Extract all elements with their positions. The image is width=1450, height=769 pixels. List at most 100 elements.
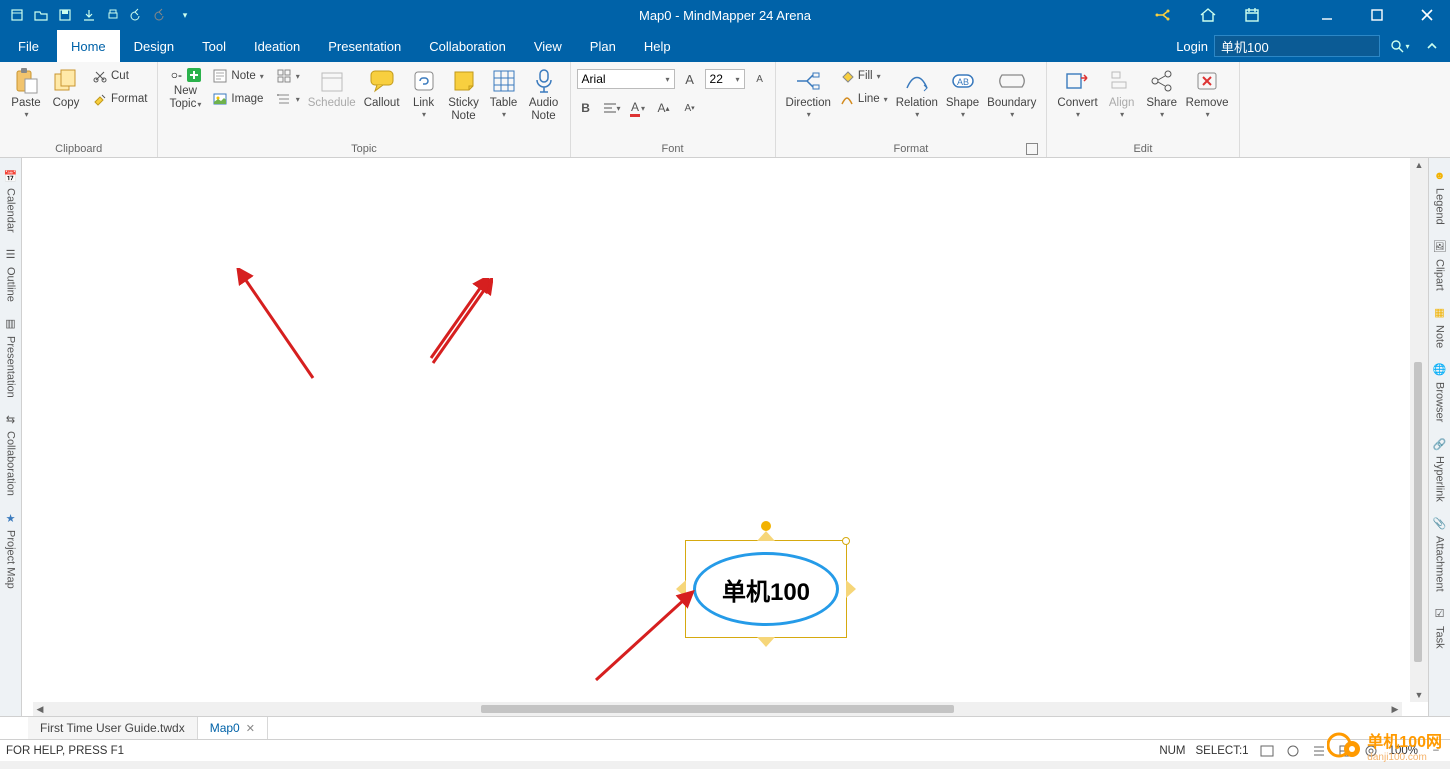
sb-icon-3[interactable]	[1311, 743, 1327, 759]
rail-collaboration[interactable]: ⇆Collaboration	[3, 405, 19, 502]
direction-button[interactable]: Direction▾	[782, 65, 835, 119]
menu-view[interactable]: View	[520, 30, 576, 62]
rail-task[interactable]: ☑Task	[1432, 600, 1448, 655]
menu-ideation[interactable]: Ideation	[240, 30, 314, 62]
qat-undo-icon[interactable]	[128, 6, 146, 24]
format-button[interactable]: Format	[88, 88, 151, 110]
cut-button[interactable]: Cut	[88, 65, 151, 87]
sb-icon-2[interactable]	[1285, 743, 1301, 759]
close-tab-icon[interactable]: ✕	[246, 722, 255, 735]
doc-tab-guide[interactable]: First Time User Guide.twdx	[28, 717, 198, 739]
doc-tab-map0[interactable]: Map0✕	[198, 717, 268, 739]
bold-button[interactable]: B	[577, 99, 595, 117]
link-button[interactable]: Link▾	[404, 65, 444, 119]
qat-print-icon[interactable]	[104, 6, 122, 24]
rail-legend[interactable]: ☻Legend	[1432, 162, 1448, 231]
hscroll-thumb[interactable]	[481, 705, 954, 713]
remove-button[interactable]: Remove▾	[1182, 65, 1233, 119]
rail-hyperlink[interactable]: 🔗Hyperlink	[1432, 430, 1448, 508]
relation-button[interactable]: Relation▾	[892, 65, 942, 119]
line-icon	[839, 91, 855, 107]
schedule-button[interactable]: Schedule	[304, 65, 360, 110]
line-button[interactable]: Line▾	[835, 88, 892, 110]
canvas[interactable]: 单机100	[33, 158, 1410, 716]
scroll-down-icon[interactable]: ▼	[1410, 688, 1428, 702]
collapse-ribbon-button[interactable]	[1420, 34, 1444, 58]
paste-button[interactable]: Paste ▾	[6, 65, 46, 119]
login-link[interactable]: Login	[1176, 39, 1208, 54]
qat-download-icon[interactable]	[80, 6, 98, 24]
menu-home[interactable]: Home	[57, 30, 120, 62]
image-button[interactable]: Image	[208, 88, 267, 110]
menu-presentation[interactable]: Presentation	[314, 30, 415, 62]
expand-right-icon[interactable]	[846, 580, 856, 598]
menu-collaboration[interactable]: Collaboration	[415, 30, 520, 62]
vscroll-thumb[interactable]	[1414, 362, 1422, 662]
fill-icon	[839, 68, 855, 84]
qat-open-icon[interactable]	[32, 6, 50, 24]
fill-button[interactable]: Fill▾	[835, 65, 892, 87]
group-label-edit: Edit	[1053, 142, 1232, 157]
convert-button[interactable]: Convert▾	[1053, 65, 1101, 119]
align-button[interactable]: ▾	[603, 99, 621, 117]
title-calendar-icon[interactable]	[1232, 0, 1272, 30]
font-shrink-icon[interactable]: A	[751, 70, 769, 88]
rail-presentation[interactable]: ▥Presentation	[3, 310, 19, 404]
rail-project-map[interactable]: ★Project Map	[3, 504, 19, 595]
sb-icon-1[interactable]	[1259, 743, 1275, 759]
qat-save-icon[interactable]	[56, 6, 74, 24]
align-button-big[interactable]: Align▾	[1102, 65, 1142, 119]
qat-new-icon[interactable]	[8, 6, 26, 24]
title-mindmap-icon[interactable]	[1144, 0, 1184, 30]
sticky-note-button[interactable]: StickyNote	[444, 65, 484, 123]
minimize-button[interactable]	[1304, 0, 1350, 30]
layout-1-button[interactable]: ▾	[272, 65, 304, 87]
menu-design[interactable]: Design	[120, 30, 188, 62]
qat-more-icon[interactable]: ▾	[176, 6, 194, 24]
maximize-button[interactable]	[1354, 0, 1400, 30]
group-label-topic: Topic	[164, 142, 563, 157]
font-grow-button[interactable]: A▴	[655, 99, 673, 117]
layout-2-button[interactable]: ▾	[272, 88, 304, 110]
rail-calendar[interactable]: 📅Calendar	[3, 162, 19, 239]
scroll-right-icon[interactable]: ▶	[1388, 702, 1402, 716]
menu-tool[interactable]: Tool	[188, 30, 240, 62]
table-button[interactable]: Table▾	[484, 65, 524, 119]
shape-button[interactable]: AB Shape▾	[942, 65, 983, 119]
horizontal-scrollbar[interactable]: ◀ ▶	[33, 702, 1402, 716]
menu-file[interactable]: File	[0, 30, 57, 62]
copy-button[interactable]: Copy	[46, 65, 86, 110]
font-grow-icon[interactable]: A	[681, 70, 699, 88]
rail-outline[interactable]: ☰Outline	[3, 241, 19, 308]
anchor-top-icon[interactable]	[761, 521, 771, 531]
rail-attachment[interactable]: 📎Attachment	[1432, 510, 1448, 598]
font-shrink-button[interactable]: A▾	[681, 99, 699, 117]
rail-browser[interactable]: 🌐Browser	[1432, 356, 1448, 428]
font-color-button[interactable]: A▾	[629, 99, 647, 117]
title-home-icon[interactable]	[1188, 0, 1228, 30]
audio-note-button[interactable]: AudioNote	[524, 65, 564, 123]
resize-handle[interactable]	[842, 537, 850, 545]
search-input[interactable]	[1214, 35, 1380, 57]
vertical-scrollbar[interactable]: ▲ ▼	[1410, 158, 1428, 702]
expand-up-icon[interactable]	[757, 531, 775, 541]
menu-help[interactable]: Help	[630, 30, 685, 62]
callout-button[interactable]: Callout	[360, 65, 404, 110]
close-button[interactable]	[1404, 0, 1450, 30]
share-button[interactable]: Share▾	[1142, 65, 1182, 119]
note-button[interactable]: Note▾	[208, 65, 267, 87]
font-name-select[interactable]: Arial▾	[577, 69, 675, 89]
rail-note[interactable]: ▦Note	[1432, 299, 1448, 354]
menu-plan[interactable]: Plan	[576, 30, 630, 62]
search-button[interactable]: ▾	[1386, 35, 1414, 57]
scroll-left-icon[interactable]: ◀	[33, 702, 47, 716]
format-dialog-launcher[interactable]	[1026, 143, 1038, 155]
boundary-button[interactable]: Boundary▾	[983, 65, 1040, 119]
central-topic[interactable]: 单机100	[693, 552, 839, 626]
scroll-up-icon[interactable]: ▲	[1410, 158, 1428, 172]
qat-redo-icon[interactable]	[152, 6, 170, 24]
font-size-select[interactable]: 22▾	[705, 69, 745, 89]
expand-down-icon[interactable]	[757, 637, 775, 647]
rail-clipart[interactable]: 🖼Clipart	[1432, 233, 1448, 297]
new-topic-button[interactable]: ○- New Topic▾	[164, 65, 206, 111]
